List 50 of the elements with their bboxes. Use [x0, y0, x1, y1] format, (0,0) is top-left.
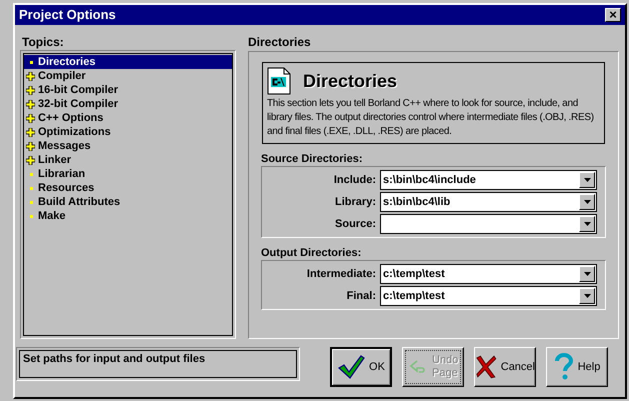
- path-combo-box[interactable]: s:\bin\bc4\lib: [380, 192, 597, 212]
- page-title: Directories: [248, 35, 312, 49]
- field-label: Source:: [334, 216, 377, 232]
- page-heading: Directories: [303, 70, 398, 92]
- plus-icon: [26, 72, 35, 80]
- topic-item[interactable]: Linker: [24, 153, 232, 167]
- topic-item[interactable]: Build Attributes: [24, 195, 232, 209]
- field-label: Intermediate:: [306, 266, 377, 282]
- plus-icon: [26, 114, 35, 122]
- cancel-button[interactable]: Cancel: [474, 347, 536, 387]
- topic-item[interactable]: 16-bit Compiler: [24, 83, 232, 97]
- path-combo-box[interactable]: [380, 214, 597, 234]
- path-combo-box[interactable]: c:\temp\test: [380, 286, 597, 306]
- topic-item[interactable]: 32-bit Compiler: [24, 97, 232, 111]
- topics-label: Topics:: [22, 35, 65, 49]
- topic-item[interactable]: Compiler: [24, 69, 232, 83]
- topic-item[interactable]: Make: [24, 209, 232, 223]
- plus-icon: [26, 142, 35, 150]
- close-button[interactable]: ×: [605, 8, 621, 22]
- field-label: Include:: [332, 172, 377, 188]
- bullet-icon: [30, 60, 32, 64]
- field-label: Library:: [334, 194, 377, 210]
- plus-icon: [26, 128, 35, 136]
- topic-item[interactable]: Directories: [24, 55, 232, 69]
- question-mark-icon: [554, 353, 574, 381]
- bullet-icon: [30, 172, 32, 176]
- group-label: Source Directories:: [261, 153, 364, 166]
- field-label: Final:: [346, 288, 377, 304]
- window-title: Project Options: [19, 6, 116, 24]
- path-combo-box[interactable]: s:\bin\bc4\include: [380, 170, 597, 190]
- status-text: Set paths for input and output files: [19, 350, 297, 378]
- folder-document-icon: [267, 67, 291, 95]
- bullet-icon: [30, 186, 32, 190]
- help-button[interactable]: Help: [546, 347, 608, 387]
- plus-icon: [26, 86, 35, 94]
- plus-icon: [26, 156, 35, 164]
- topic-item[interactable]: Optimizations: [24, 125, 232, 139]
- path-combo-box[interactable]: c:\temp\test: [380, 264, 597, 284]
- plus-icon: [26, 100, 35, 108]
- checkmark-icon: [337, 354, 366, 380]
- bullet-icon: [30, 214, 32, 218]
- page-description: This section lets you tell Borland C++ where to look for source, include, and library files. The output directories control where intermediate files (.OBJ, .RES) and final files (.EXE, .DLL, .RES) are placed.: [267, 97, 595, 139]
- ok-button[interactable]: OK: [330, 347, 392, 387]
- topic-item[interactable]: Librarian: [24, 167, 232, 181]
- topic-item[interactable]: C++ Options: [24, 111, 232, 125]
- topic-item[interactable]: Messages: [24, 139, 232, 153]
- topic-item[interactable]: Resources: [24, 181, 232, 195]
- group-label: Output Directories:: [261, 247, 362, 260]
- cross-icon: [475, 354, 497, 380]
- bullet-icon: [30, 200, 32, 204]
